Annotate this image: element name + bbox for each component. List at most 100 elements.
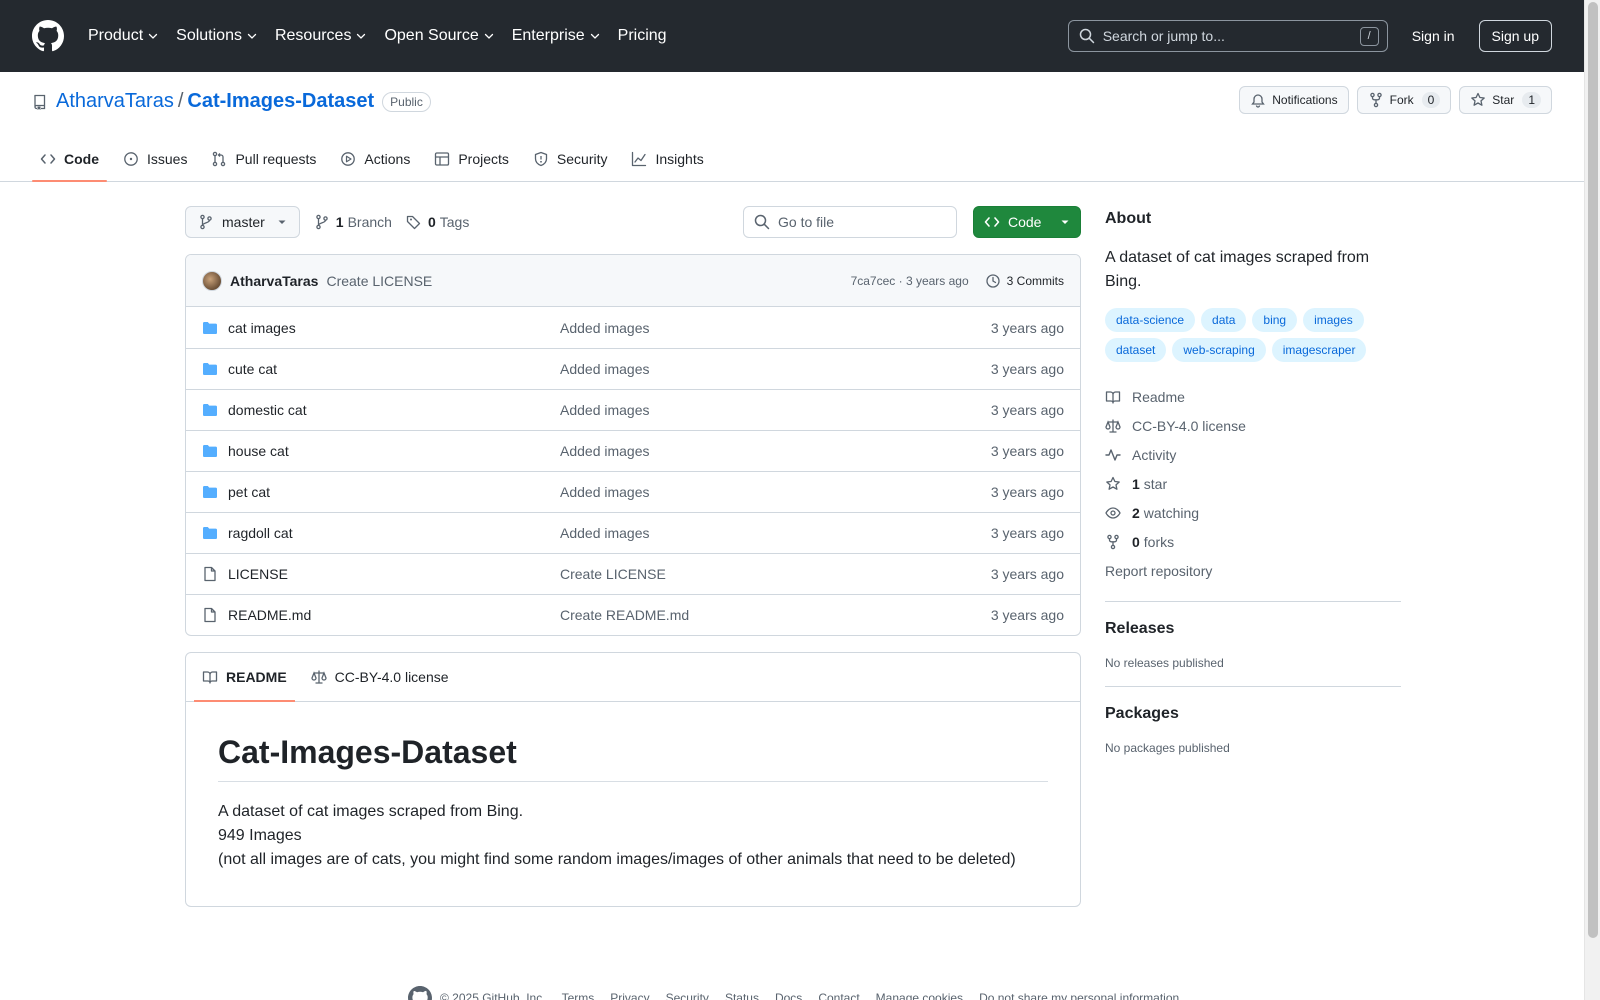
file-row: domestic cat Added images 3 years ago xyxy=(186,389,1080,430)
file-commit-message-link[interactable]: Create LICENSE xyxy=(560,566,991,582)
report-repository-link[interactable]: Report repository xyxy=(1105,556,1401,585)
file-name-link[interactable]: ragdoll cat xyxy=(228,525,560,541)
file-row: cute cat Added images 3 years ago xyxy=(186,348,1080,389)
scrollbar-thumb[interactable] xyxy=(1588,2,1598,938)
tab-license[interactable]: CC-BY-4.0 license xyxy=(303,653,457,701)
topic-tag[interactable]: images xyxy=(1303,308,1364,332)
nav-product[interactable]: Product xyxy=(88,27,158,45)
file-commit-age: 3 years ago xyxy=(990,361,1064,377)
chevron-down-icon xyxy=(356,31,366,41)
pulse-icon xyxy=(1105,447,1132,463)
github-logo-icon[interactable] xyxy=(32,20,64,52)
footer-link-privacy[interactable]: Privacy xyxy=(610,991,649,1000)
tag-icon xyxy=(406,215,421,230)
sign-in-link[interactable]: Sign in xyxy=(1412,28,1455,44)
file-name-link[interactable]: cute cat xyxy=(228,361,560,377)
tab-readme-label: README xyxy=(226,669,287,685)
file-row: README.md Create README.md 3 years ago xyxy=(186,594,1080,635)
commits-history-link[interactable]: 3 Commits xyxy=(985,273,1064,289)
footer-link-status[interactable]: Status xyxy=(725,991,759,1000)
packages-heading[interactable]: Packages xyxy=(1105,705,1401,723)
nav-solutions[interactable]: Solutions xyxy=(176,27,257,45)
fork-icon xyxy=(1105,534,1132,550)
commit-author-link[interactable]: AtharvaTaras xyxy=(230,273,318,289)
footer-link-do-not-share-my-personal-information[interactable]: Do not share my personal information xyxy=(979,991,1179,1000)
branch-icon xyxy=(200,214,212,230)
tab-security[interactable]: Security xyxy=(525,140,616,178)
commit-hash-and-time[interactable]: 7ca7cec · 3 years ago xyxy=(851,274,969,288)
tab-code[interactable]: Code xyxy=(32,140,107,182)
tab-readme[interactable]: README xyxy=(194,653,295,702)
law-icon xyxy=(311,670,327,684)
tags-link[interactable]: 0 Tags xyxy=(406,214,469,230)
commit-message-link[interactable]: Create LICENSE xyxy=(326,273,432,289)
tab-issues[interactable]: Issues xyxy=(115,140,195,178)
releases-heading[interactable]: Releases xyxy=(1105,620,1401,638)
topic-tag[interactable]: data-science xyxy=(1105,308,1196,332)
footer-link-contact[interactable]: Contact xyxy=(818,991,859,1000)
go-to-file-input[interactable]: Go to file xyxy=(743,206,957,238)
fork-button[interactable]: Fork 0 xyxy=(1356,86,1452,114)
file-commit-message-link[interactable]: Added images xyxy=(560,320,991,336)
page-scrollbar[interactable] xyxy=(1584,0,1600,1000)
tab-projects[interactable]: Projects xyxy=(426,140,517,178)
file-commit-message-link[interactable]: Added images xyxy=(560,443,991,459)
repo-main-content: master 1 Branch 0 Tags Go to file Code A… xyxy=(185,206,1081,907)
table-icon xyxy=(434,151,458,167)
nav-resources[interactable]: Resources xyxy=(275,27,366,45)
file-name-link[interactable]: pet cat xyxy=(228,484,560,500)
footer-link-terms[interactable]: Terms xyxy=(562,991,595,1000)
notifications-button[interactable]: Notifications xyxy=(1239,86,1349,114)
repo-owner-link[interactable]: AtharvaTaras xyxy=(56,90,174,113)
tab-insights[interactable]: Insights xyxy=(623,140,711,178)
file-commit-age: 3 years ago xyxy=(990,525,1064,541)
code-download-button[interactable]: Code xyxy=(973,206,1081,238)
file-commit-message-link[interactable]: Create README.md xyxy=(560,607,991,623)
repo-icon xyxy=(34,94,46,110)
about-link-cc-by-4-0-license[interactable]: CC-BY-4.0 license xyxy=(1105,411,1401,440)
repo-path-separator: / xyxy=(177,90,184,112)
nav-open-source[interactable]: Open Source xyxy=(384,27,493,45)
about-link-star[interactable]: 1 star xyxy=(1105,469,1401,498)
fork-icon xyxy=(1369,92,1382,108)
nav-enterprise[interactable]: Enterprise xyxy=(512,27,600,45)
tab-pull-requests[interactable]: Pull requests xyxy=(203,140,324,178)
footer-link-docs[interactable]: Docs xyxy=(775,991,802,1000)
file-commit-message-link[interactable]: Added images xyxy=(560,484,991,500)
file-name-link[interactable]: LICENSE xyxy=(228,566,560,582)
topic-tag[interactable]: imagescraper xyxy=(1271,338,1367,362)
global-search-input[interactable]: Search or jump to... / xyxy=(1067,20,1388,52)
branch-selector[interactable]: master xyxy=(185,206,300,238)
file-commit-message-link[interactable]: Added images xyxy=(560,525,991,541)
topic-tag[interactable]: web-scraping xyxy=(1172,338,1266,362)
file-name-link[interactable]: README.md xyxy=(228,607,560,623)
footer-link-manage-cookies[interactable]: Manage cookies xyxy=(876,991,963,1000)
star-count: 1 xyxy=(1522,92,1541,108)
branches-link[interactable]: 1 Branch xyxy=(314,214,392,230)
repo-name-link[interactable]: Cat-Images-Dataset xyxy=(187,90,374,113)
about-link-watching[interactable]: 2 watching xyxy=(1105,498,1401,527)
topic-tag[interactable]: data xyxy=(1201,308,1247,332)
file-name-link[interactable]: domestic cat xyxy=(228,402,560,418)
file-name-link[interactable]: cat images xyxy=(228,320,560,336)
search-shortcut-key: / xyxy=(1359,26,1379,46)
file-name-link[interactable]: house cat xyxy=(228,443,560,459)
history-icon xyxy=(986,273,1000,288)
file-commit-message-link[interactable]: Added images xyxy=(560,402,991,418)
topic-tag[interactable]: dataset xyxy=(1105,338,1167,362)
footer-link-security[interactable]: Security xyxy=(666,991,709,1000)
about-link-label: CC-BY-4.0 license xyxy=(1132,417,1246,434)
sign-up-button[interactable]: Sign up xyxy=(1478,20,1552,52)
about-heading: About xyxy=(1105,210,1152,227)
tab-actions[interactable]: Actions xyxy=(332,140,418,178)
about-link-readme[interactable]: Readme xyxy=(1105,382,1401,411)
about-link-activity[interactable]: Activity xyxy=(1105,440,1401,469)
avatar[interactable] xyxy=(202,270,222,291)
tab-label: Pull requests xyxy=(235,151,317,167)
code-icon xyxy=(984,217,1000,227)
about-link-forks[interactable]: 0 forks xyxy=(1105,527,1401,556)
topic-tag[interactable]: bing xyxy=(1252,308,1298,332)
file-commit-message-link[interactable]: Added images xyxy=(560,361,991,377)
star-button[interactable]: Star 1 xyxy=(1459,86,1552,114)
nav-pricing[interactable]: Pricing xyxy=(618,27,667,45)
